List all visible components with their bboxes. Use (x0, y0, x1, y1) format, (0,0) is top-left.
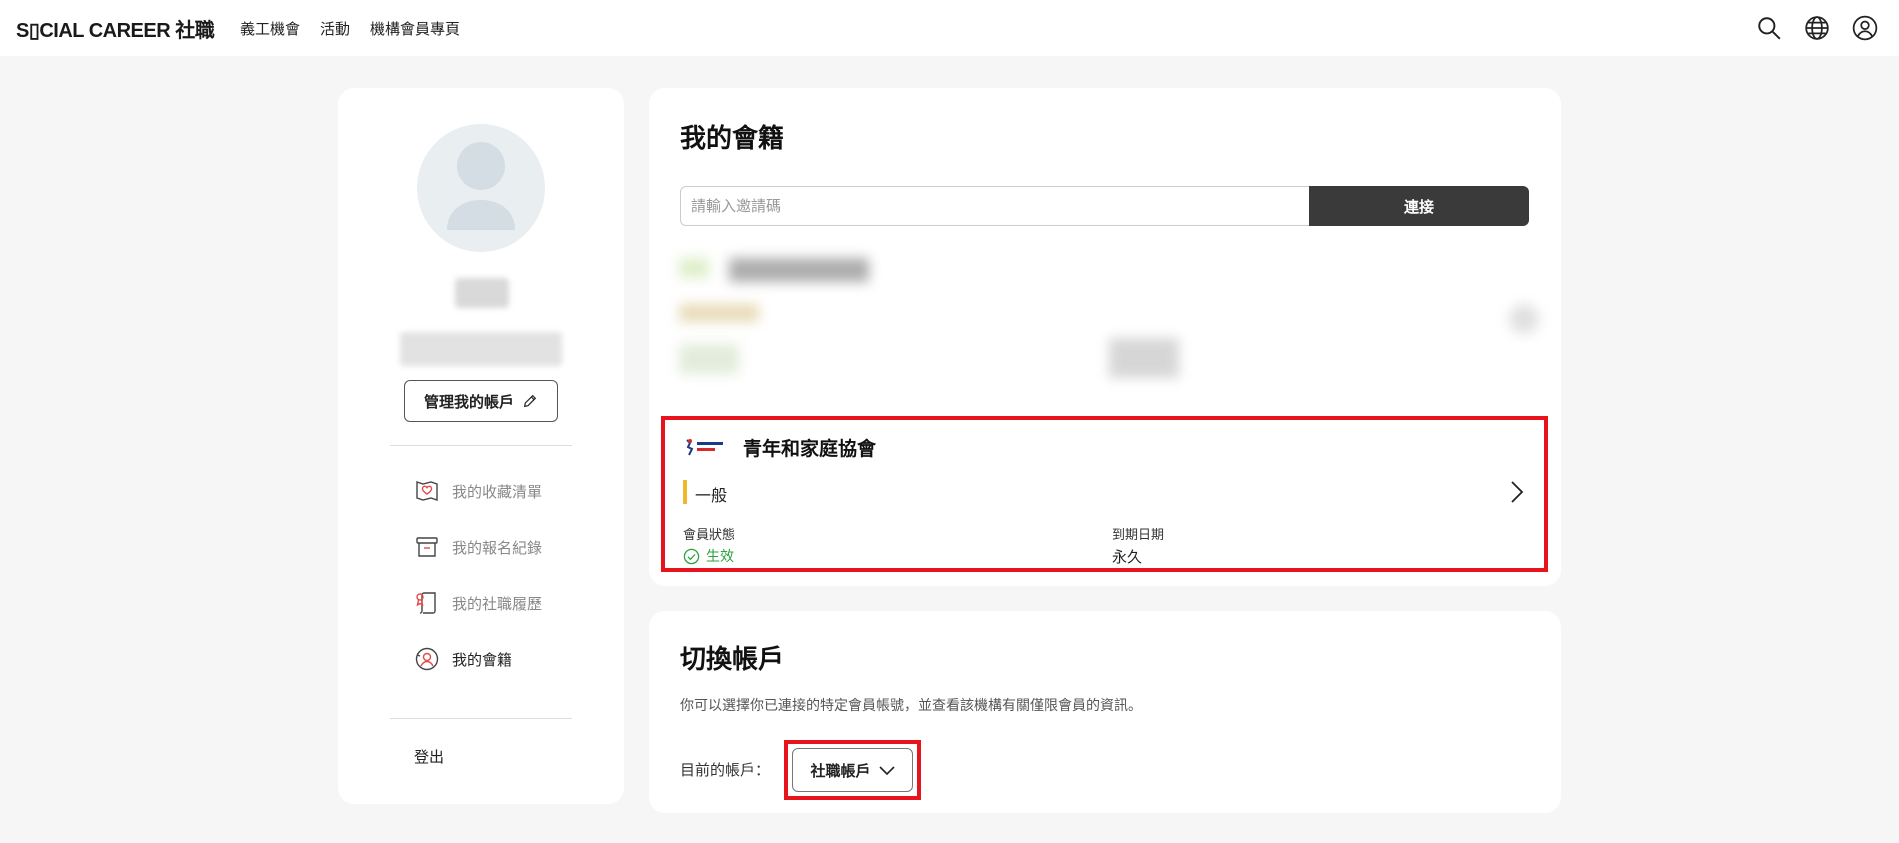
switch-account-card: 切換帳戶 你可以選擇你已連接的特定會員帳號，並查看該機構有關僅限會員的資訊。 目… (649, 611, 1561, 813)
nav-events[interactable]: 活動 (320, 18, 350, 39)
sidebar-item-resume[interactable]: 我的社職履歷 (414, 590, 542, 616)
expiry-value: 永久 (1112, 548, 1143, 566)
tier-accent-bar (683, 480, 687, 504)
connect-button[interactable]: 連接 (1309, 186, 1529, 226)
sidebar-item-label: 我的報名紀錄 (452, 538, 543, 557)
membership-tier: 一般 (695, 486, 728, 505)
sidebar-divider (390, 718, 572, 719)
redacted-membership-entry (669, 248, 1549, 388)
main-nav: 義工機會 活動 機構會員專頁 (240, 18, 460, 39)
status-label: 會員狀態 (683, 528, 736, 543)
manage-account-button[interactable]: 管理我的帳戶 (404, 380, 558, 422)
current-account-highlight: 社職帳戶 (784, 740, 921, 800)
chevron-down-icon (878, 766, 895, 776)
favorites-icon (414, 478, 440, 504)
sidebar-item-favorites[interactable]: 我的收藏清單 (414, 478, 542, 504)
chevron-right-icon[interactable] (1506, 478, 1526, 506)
check-circle-icon (683, 548, 700, 564)
sidebar-item-label: 我的社職履歷 (452, 594, 543, 613)
membership-entry[interactable]: 青年和家庭協會 一般 會員狀態 生效 到期日期 永久 (661, 416, 1548, 572)
current-account-value: 社職帳戶 (810, 761, 871, 780)
account-switch-dropdown[interactable]: 社職帳戶 (792, 748, 913, 792)
sidebar-item-label: 我的收藏清單 (452, 482, 543, 501)
sidebar-item-registrations[interactable]: 我的報名紀錄 (414, 534, 542, 560)
pencil-icon (523, 394, 537, 408)
globe-icon[interactable] (1803, 14, 1831, 42)
archive-icon (414, 534, 440, 560)
organization-name: 青年和家庭協會 (743, 438, 877, 460)
logout-link[interactable]: 登出 (414, 746, 444, 767)
site-logo[interactable]: S▯CIAL CAREER 社職 (16, 14, 215, 43)
invite-code-input[interactable] (680, 186, 1310, 226)
status-badge: 生效 (683, 546, 734, 566)
redacted-user-email (400, 332, 562, 366)
status-value: 生效 (706, 549, 734, 565)
switch-account-description: 你可以選擇你已連接的特定會員帳號，並查看該機構有關僅限會員的資訊。 (680, 698, 1142, 714)
current-account-label: 目前的帳戶： (680, 761, 771, 779)
search-icon[interactable] (1755, 14, 1783, 42)
redacted-user-name (455, 278, 509, 308)
expiry-label: 到期日期 (1112, 528, 1165, 543)
nav-volunteer-opportunities[interactable]: 義工機會 (240, 18, 300, 39)
switch-account-title: 切換帳戶 (680, 645, 785, 675)
membership-card: 我的會籍 連接 青年和家庭協會 一般 會員狀態 生效 到期日期 永久 (649, 88, 1561, 586)
sidebar-item-label: 我的會籍 (452, 650, 513, 669)
top-icons (1755, 14, 1879, 42)
sidebar-divider (390, 445, 572, 446)
manage-account-label: 管理我的帳戶 (423, 392, 514, 411)
membership-title: 我的會籍 (680, 124, 785, 154)
sidebar-item-membership[interactable]: 我的會籍 (414, 646, 512, 672)
profile-sidebar: 管理我的帳戶 我的收藏清單 我的報名紀錄 我的社職履歷 我的會籍 登出 (338, 88, 624, 804)
user-account-icon[interactable] (1851, 14, 1879, 42)
top-navigation-bar: S▯CIAL CAREER 社職 義工機會 活動 機構會員專頁 (0, 0, 1899, 56)
organization-logo (683, 436, 727, 458)
avatar (417, 124, 545, 252)
resume-icon (414, 590, 440, 616)
membership-icon (414, 646, 440, 672)
nav-org-member-page[interactable]: 機構會員專頁 (370, 18, 460, 39)
